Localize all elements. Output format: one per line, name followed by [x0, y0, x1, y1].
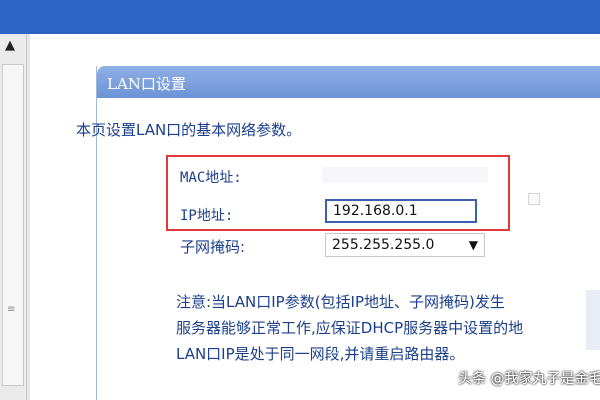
subnet-mask-label: 子网掩码:	[180, 238, 246, 256]
small-checkbox	[528, 193, 540, 205]
watermark: 头条 @我家丸子是金毛	[458, 371, 600, 387]
highlight-box	[166, 155, 510, 231]
note-line-2: 服务器能够正常工作,应保证DHCP服务器中设置的地	[176, 319, 524, 337]
note-line-1: 注意:当LAN口IP参数(包括IP地址、子网掩码)发生	[176, 293, 505, 311]
dropdown-arrow-icon[interactable]: ▼	[469, 234, 478, 256]
subnet-mask-select[interactable]: 255.255.255.0 ▼	[325, 233, 485, 257]
note-line-3: LAN口IP是处于同一网段,并请重启路由器。	[176, 345, 465, 363]
scroll-thumb[interactable]: ≡	[2, 64, 24, 386]
right-edge-strip	[586, 290, 600, 350]
scroll-up-arrow-icon[interactable]: ▲	[5, 38, 15, 53]
panel-header: LAN口设置	[97, 66, 600, 98]
page-description: 本页设置LAN口的基本网络参数。	[76, 121, 302, 139]
subnet-mask-value: 255.255.255.0	[332, 237, 435, 253]
panel-title: LAN口设置	[107, 75, 186, 93]
top-banner	[0, 0, 600, 34]
scroll-grip-icon: ≡	[7, 304, 16, 315]
left-scrollbar[interactable]: ▲ ≡	[0, 34, 27, 400]
